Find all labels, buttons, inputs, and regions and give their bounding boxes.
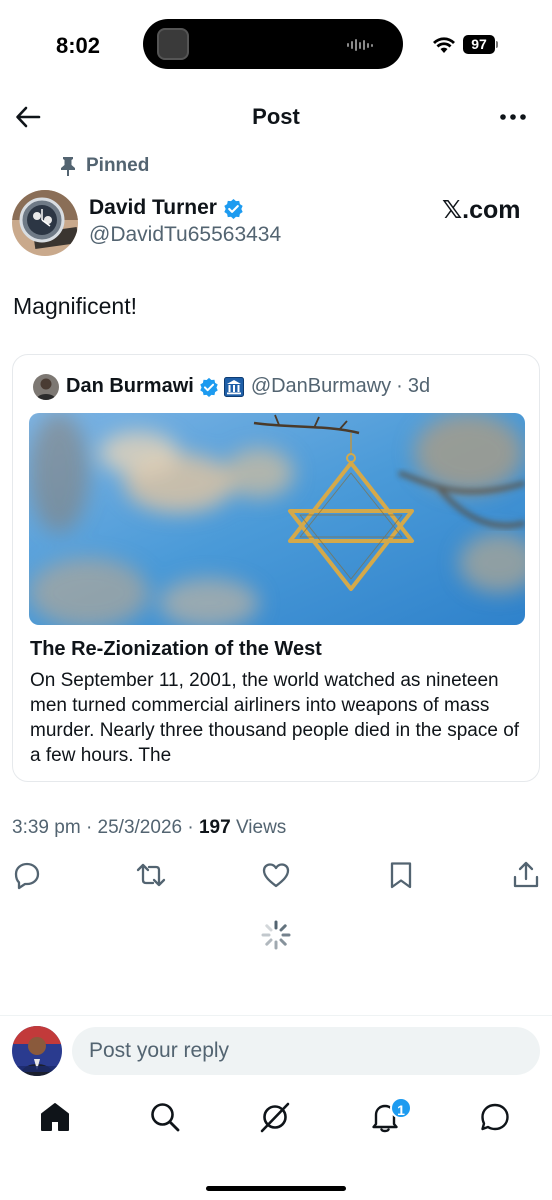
reply-input[interactable] — [72, 1027, 540, 1075]
messages-icon[interactable] — [478, 1100, 512, 1134]
repost-icon[interactable] — [136, 860, 166, 890]
home-icon[interactable] — [38, 1100, 72, 1134]
share-icon[interactable] — [511, 860, 541, 890]
reply-divider — [0, 1015, 552, 1016]
quote-age: 3d — [407, 375, 431, 397]
post-time: 3:39 pm — [12, 817, 81, 838]
current-user-avatar[interactable] — [12, 1026, 62, 1076]
verified-badge-icon — [224, 198, 243, 219]
person-avatar-image — [33, 374, 59, 400]
more-dots-icon[interactable] — [496, 103, 530, 131]
meta-separator: · — [85, 817, 98, 838]
verified-badge-icon — [200, 377, 218, 397]
gov-building-icon — [223, 376, 244, 397]
author-handle[interactable]: @DavidTu65563434 — [89, 223, 281, 247]
views-count: 197 — [198, 817, 231, 838]
search-icon[interactable] — [148, 1100, 182, 1134]
watch-avatar-image — [12, 190, 78, 256]
quote-author-name: Dan Burmawi — [66, 375, 194, 397]
pin-icon — [61, 157, 75, 176]
loading-spinner-icon — [261, 920, 291, 950]
battery-level: 97 — [463, 35, 495, 54]
bottom-tab-bar — [0, 1095, 552, 1145]
status-bar: 8:02 97 — [0, 0, 552, 90]
post-actions — [0, 860, 552, 892]
battery-tip — [496, 41, 498, 48]
article-excerpt: On September 11, 2001, the world watched… — [30, 670, 520, 766]
notifications-badge: 1 — [390, 1097, 412, 1119]
grok-icon[interactable] — [258, 1100, 292, 1134]
article-cover-image — [29, 413, 525, 625]
like-heart-icon[interactable] — [261, 860, 291, 890]
post-meta: 3:39 pm · 25/3/2026 · 197 Views — [12, 817, 286, 839]
views-label[interactable]: Views — [236, 817, 286, 838]
home-indicator — [206, 1186, 346, 1191]
post-text: Magnificent! — [13, 293, 138, 319]
author-name[interactable]: David Turner — [89, 196, 244, 220]
quote-author-avatar — [33, 374, 59, 400]
post-date: 25/3/2026 — [97, 817, 183, 838]
reply-icon[interactable] — [12, 860, 42, 890]
user-avatar-image — [12, 1026, 62, 1076]
wifi-icon — [433, 37, 455, 53]
dynamic-island — [143, 19, 403, 69]
audio-wave-icon — [347, 39, 373, 51]
island-thumbnail-icon — [157, 28, 189, 60]
clock: 8:02 — [56, 33, 101, 58]
pinned-label: Pinned — [86, 155, 150, 176]
quoted-post-card[interactable]: Dan Burmawi @DanBurmawy · 3d The Re-Zion… — [12, 354, 540, 782]
article-title: The Re-Zionization of the West — [30, 638, 322, 660]
quote-separator: · — [396, 375, 403, 397]
source-label: 𝕏.com — [442, 196, 521, 224]
page-title: Post — [252, 104, 300, 129]
author-avatar[interactable] — [12, 190, 78, 256]
bookmark-icon[interactable] — [386, 860, 416, 890]
quote-author-handle: @DanBurmawy — [250, 375, 392, 397]
pinned-indicator: Pinned — [60, 154, 149, 178]
top-bar: Post — [0, 95, 552, 139]
quote-author-line: Dan Burmawi @DanBurmawy · 3d — [66, 375, 430, 398]
author-name-text: David Turner — [89, 196, 217, 219]
meta-separator: · — [187, 817, 199, 838]
